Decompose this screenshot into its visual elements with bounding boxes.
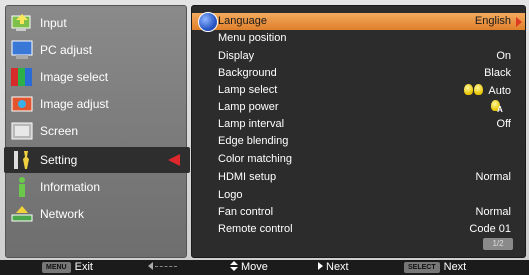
pc-adjust-icon bbox=[10, 39, 34, 61]
information-icon bbox=[10, 176, 34, 198]
selected-arrow-icon bbox=[168, 154, 180, 166]
page-indicator: 1/2 bbox=[483, 238, 513, 250]
setting-row-edge-blending[interactable]: Edge blending bbox=[192, 133, 525, 150]
lamp-icon bbox=[464, 84, 474, 95]
menu-item-image-select[interactable]: Image select bbox=[6, 64, 186, 90]
globe-icon bbox=[198, 12, 218, 32]
move-hint: Move bbox=[230, 261, 268, 273]
lamp-power-auto-icon: A bbox=[491, 100, 505, 115]
setting-row-color-matching[interactable]: Color matching bbox=[192, 151, 525, 168]
arrow-right-icon bbox=[516, 17, 522, 27]
help-bar: MENU Exit Move Next SELECT Next bbox=[0, 260, 529, 275]
main-menu: Input PC adjust Image select Image adjus… bbox=[4, 5, 190, 258]
menu-item-information[interactable]: Information bbox=[6, 174, 186, 200]
up-down-arrow-icon bbox=[230, 261, 238, 271]
screen-icon bbox=[10, 120, 34, 142]
network-icon bbox=[10, 203, 34, 225]
menu-item-pc-adjust[interactable]: PC adjust bbox=[6, 37, 186, 63]
next-hint: Next bbox=[318, 261, 349, 273]
image-select-icon bbox=[10, 66, 34, 88]
menu-item-input[interactable]: Input bbox=[6, 10, 186, 36]
setting-icon bbox=[10, 149, 34, 171]
setting-submenu: Language English Menu position Display O… bbox=[191, 5, 526, 258]
setting-row-lamp-interval[interactable]: Lamp interval Off bbox=[192, 116, 525, 133]
select-next-hint: SELECT Next bbox=[404, 261, 466, 273]
menu-key-icon: MENU bbox=[42, 262, 71, 273]
setting-row-lamp-power[interactable]: Lamp power A bbox=[192, 99, 525, 116]
projector-menu: Input PC adjust Image select Image adjus… bbox=[0, 0, 529, 260]
dashed-line bbox=[155, 266, 177, 267]
setting-row-fan-control[interactable]: Fan control Normal bbox=[192, 204, 525, 221]
back-hint bbox=[148, 261, 177, 273]
menu-item-image-adjust[interactable]: Image adjust bbox=[6, 91, 186, 117]
input-icon bbox=[10, 12, 34, 34]
exit-hint: MENU Exit bbox=[42, 261, 93, 273]
menu-item-setting[interactable]: Setting bbox=[4, 147, 190, 173]
menu-item-network[interactable]: Network bbox=[6, 201, 186, 227]
lamp-select-value: Auto bbox=[488, 85, 511, 97]
arrow-left-icon bbox=[148, 262, 153, 270]
setting-row-remote-control[interactable]: Remote control Code 01 bbox=[192, 221, 525, 238]
next-label: Next bbox=[326, 261, 349, 273]
exit-label: Exit bbox=[74, 261, 93, 273]
menu-item-screen[interactable]: Screen bbox=[6, 118, 186, 144]
lamp-icon bbox=[474, 84, 484, 95]
setting-row-hdmi-setup[interactable]: HDMI setup Normal bbox=[192, 169, 525, 186]
setting-row-logo[interactable]: Logo bbox=[192, 187, 525, 204]
setting-row-lamp-select[interactable]: Lamp select Auto bbox=[192, 82, 525, 99]
setting-row-background[interactable]: Background Black bbox=[192, 65, 525, 82]
select-key-icon: SELECT bbox=[404, 262, 440, 273]
setting-row-menu-position[interactable]: Menu position bbox=[192, 30, 525, 47]
setting-row-language[interactable]: Language English bbox=[192, 12, 525, 32]
image-adjust-icon bbox=[10, 93, 34, 115]
setting-row-display[interactable]: Display On bbox=[192, 48, 525, 65]
arrow-right-icon bbox=[318, 262, 323, 270]
select-next-label: Next bbox=[443, 261, 467, 273]
move-label: Move bbox=[241, 261, 268, 273]
